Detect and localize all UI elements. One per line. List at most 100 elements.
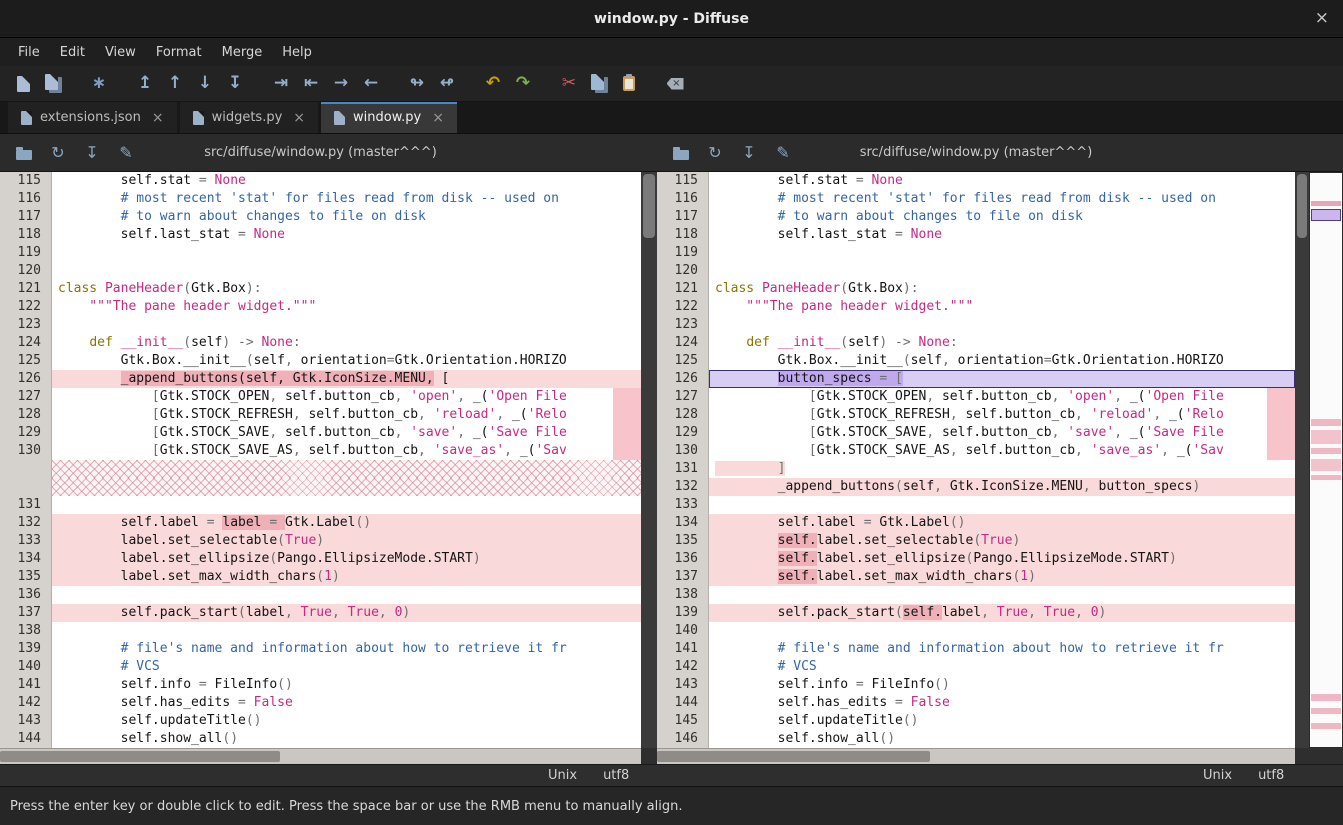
code-line[interactable]: 135 self.label.set_selectable(True) — [657, 532, 1295, 550]
code-line[interactable] — [0, 460, 641, 478]
code-line[interactable]: 127 [Gtk.STOCK_OPEN, self.button_cb, 'op… — [0, 388, 641, 406]
code-line[interactable]: 136 — [0, 586, 641, 604]
tab-close-icon[interactable]: × — [152, 110, 164, 126]
shift-pane-right-icon[interactable]: ⇥ — [266, 70, 296, 98]
reload-file-button[interactable]: ↻ — [44, 140, 72, 166]
code-line[interactable]: 129 [Gtk.STOCK_SAVE, self.button_cb, 'sa… — [0, 424, 641, 442]
right-vscrollbar-thumb[interactable] — [1297, 174, 1307, 238]
paste-icon[interactable] — [614, 70, 644, 98]
code-line[interactable]: 134 label.set_ellipsize(Pango.EllipsizeM… — [0, 550, 641, 568]
code-line[interactable]: 131 ] — [657, 460, 1295, 478]
code-line[interactable]: 128 [Gtk.STOCK_REFRESH, self.button_cb, … — [0, 406, 641, 424]
code-line[interactable]: 118 self.last_stat = None — [0, 226, 641, 244]
code-line[interactable]: 130 [Gtk.STOCK_SAVE_AS, self.button_cb, … — [657, 442, 1295, 460]
menu-merge[interactable]: Merge — [212, 41, 273, 64]
code-line[interactable]: 126 button_specs = [ — [657, 370, 1295, 388]
reload-file-button[interactable]: ↻ — [701, 140, 729, 166]
code-line[interactable]: 131 — [0, 496, 641, 514]
code-line[interactable]: 115 self.stat = None — [0, 172, 641, 190]
save-file-as-button[interactable]: ✎ — [112, 140, 140, 166]
code-line[interactable]: 143 self.info = FileInfo() — [657, 676, 1295, 694]
code-line[interactable]: 121class PaneHeader(Gtk.Box): — [0, 280, 641, 298]
left-hscrollbar-thumb[interactable] — [0, 751, 280, 762]
code-line[interactable]: 132 self.label = label = Gtk.Label() — [0, 514, 641, 532]
tab-extensions-json[interactable]: extensions.json× — [8, 102, 177, 133]
code-line[interactable]: 118 self.last_stat = None — [657, 226, 1295, 244]
code-line[interactable]: 125 Gtk.Box.__init__(self, orientation=G… — [0, 352, 641, 370]
code-line[interactable]: 140 — [657, 622, 1295, 640]
code-line[interactable]: 140 # VCS — [0, 658, 641, 676]
window-close-button[interactable]: × — [1315, 9, 1329, 27]
code-line[interactable]: 137 self.pack_start(label, True, True, 0… — [0, 604, 641, 622]
save-file-button[interactable]: ↧ — [735, 140, 763, 166]
code-line[interactable]: 144 self.show_all() — [0, 730, 641, 748]
menu-view[interactable]: View — [95, 41, 146, 64]
code-line[interactable]: 142 self.has_edits = False — [0, 694, 641, 712]
code-line[interactable]: 120 — [0, 262, 641, 280]
code-line[interactable]: 124 def __init__(self) -> None: — [657, 334, 1295, 352]
open-file-button[interactable] — [667, 140, 695, 166]
code-line[interactable]: 145 self.updateTitle() — [657, 712, 1295, 730]
code-line[interactable]: 122 """The pane header widget.""" — [0, 298, 641, 316]
first-difference-icon[interactable]: ↥ — [130, 70, 160, 98]
next-difference-icon[interactable]: ↓ — [190, 70, 220, 98]
menu-help[interactable]: Help — [272, 41, 322, 64]
code-line[interactable]: 141 self.info = FileInfo() — [0, 676, 641, 694]
new-3way-file-merge-icon[interactable] — [38, 70, 68, 98]
shift-pane-left-icon[interactable]: ⇤ — [296, 70, 326, 98]
code-line[interactable]: 134 self.label = Gtk.Label() — [657, 514, 1295, 532]
redo-icon[interactable]: ↷ — [508, 70, 538, 98]
code-line[interactable] — [0, 478, 641, 496]
tab-widgets-py[interactable]: widgets.py× — [180, 102, 318, 133]
left-hscrollbar[interactable] — [0, 748, 641, 764]
code-line[interactable]: 132 _append_buttons(self, Gtk.IconSize.M… — [657, 478, 1295, 496]
code-line[interactable]: 128 [Gtk.STOCK_REFRESH, self.button_cb, … — [657, 406, 1295, 424]
code-line[interactable]: 135 label.set_max_width_chars(1) — [0, 568, 641, 586]
realign-all-icon[interactable]: ∗ — [84, 70, 114, 98]
left-vscrollbar[interactable] — [641, 172, 657, 748]
code-line[interactable]: 137 self.label.set_max_width_chars(1) — [657, 568, 1295, 586]
code-line[interactable]: 120 — [657, 262, 1295, 280]
copy-selection-left-icon[interactable]: ← — [356, 70, 386, 98]
code-line[interactable]: 125 Gtk.Box.__init__(self, orientation=G… — [657, 352, 1295, 370]
code-line[interactable]: 123 — [0, 316, 641, 334]
tab-close-icon[interactable]: × — [432, 110, 444, 126]
menu-file[interactable]: File — [8, 41, 50, 64]
code-line[interactable]: 143 self.updateTitle() — [0, 712, 641, 730]
code-line[interactable]: 133 label.set_selectable(True) — [0, 532, 641, 550]
code-line[interactable]: 138 — [657, 586, 1295, 604]
code-line[interactable]: 126 _append_buttons(self, Gtk.IconSize.M… — [0, 370, 641, 388]
code-line[interactable]: 119 — [0, 244, 641, 262]
right-hscrollbar[interactable] — [657, 748, 1295, 764]
code-line[interactable]: 124 def __init__(self) -> None: — [0, 334, 641, 352]
save-file-as-button[interactable]: ✎ — [769, 140, 797, 166]
code-line[interactable]: 130 [Gtk.STOCK_SAVE_AS, self.button_cb, … — [0, 442, 641, 460]
right-hscrollbar-thumb[interactable] — [657, 751, 930, 762]
last-difference-icon[interactable]: ↧ — [220, 70, 250, 98]
previous-difference-icon[interactable]: ↑ — [160, 70, 190, 98]
code-line[interactable]: 139 self.pack_start(self.label, True, Tr… — [657, 604, 1295, 622]
code-line[interactable]: 138 — [0, 622, 641, 640]
code-line[interactable]: 139 # file's name and information about … — [0, 640, 641, 658]
left-vscrollbar-thumb[interactable] — [643, 174, 655, 238]
save-file-button[interactable]: ↧ — [78, 140, 106, 166]
code-line[interactable]: 133 — [657, 496, 1295, 514]
code-line[interactable]: 129 [Gtk.STOCK_SAVE, self.button_cb, 'sa… — [657, 424, 1295, 442]
code-line[interactable]: 136 self.label.set_ellipsize(Pango.Ellip… — [657, 550, 1295, 568]
code-line[interactable]: 119 — [657, 244, 1295, 262]
clear-edits-icon[interactable] — [660, 70, 690, 98]
code-line[interactable]: 117 # to warn about changes to file on d… — [0, 208, 641, 226]
code-line[interactable]: 122 """The pane header widget.""" — [657, 298, 1295, 316]
diff-overview-map[interactable] — [1309, 172, 1343, 748]
code-line[interactable]: 127 [Gtk.STOCK_OPEN, self.button_cb, 'op… — [657, 388, 1295, 406]
menu-edit[interactable]: Edit — [50, 41, 95, 64]
code-line[interactable]: 116 # most recent 'stat' for files read … — [0, 190, 641, 208]
open-file-button[interactable] — [10, 140, 38, 166]
code-line[interactable]: 121class PaneHeader(Gtk.Box): — [657, 280, 1295, 298]
copy-selection-right-icon[interactable]: → — [326, 70, 356, 98]
undo-icon[interactable]: ↶ — [478, 70, 508, 98]
merge-from-left-then-right-icon[interactable]: ↬ — [402, 70, 432, 98]
cut-icon[interactable]: ✂ — [554, 70, 584, 98]
tab-window-py[interactable]: window.py× — [321, 102, 457, 133]
menu-format[interactable]: Format — [146, 41, 212, 64]
